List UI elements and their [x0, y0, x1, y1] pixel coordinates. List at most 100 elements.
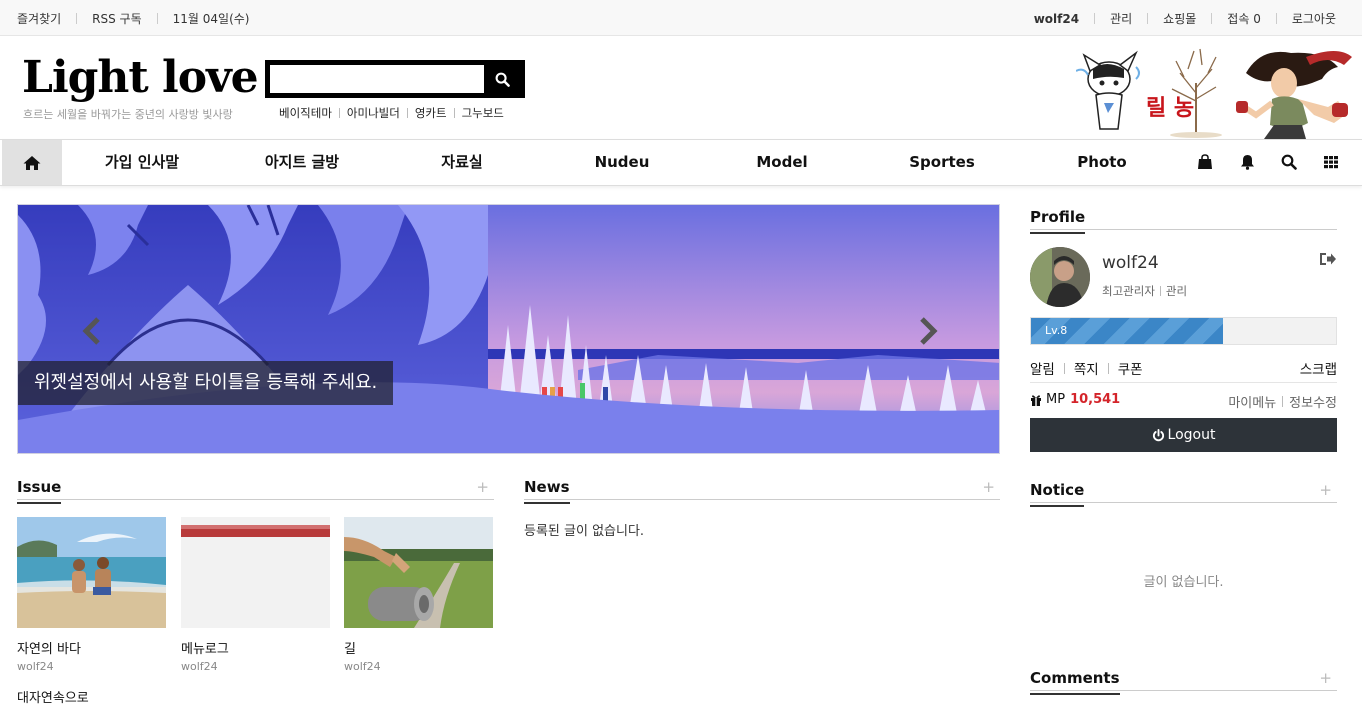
nav-item-agit-writing[interactable]: 아지트 글방 [222, 140, 382, 185]
news-title[interactable]: News [524, 478, 570, 504]
divider [1094, 13, 1096, 24]
notice-more-button[interactable]: + [1319, 481, 1332, 499]
site-tagline: 흐르는 세월을 바꿔가는 중년의 사랑방 빛사랑 [23, 108, 233, 121]
quick-link-youngcart[interactable]: 영카트 [415, 105, 447, 121]
divider [338, 108, 340, 118]
divider [1282, 396, 1284, 407]
profile-menu: 알림 쪽지 쿠폰 스크랩 [1030, 358, 1337, 383]
top-bar: 즐겨찾기 RSS 구독 11월 04일(수) wolf24 관리 쇼핑몰 접속 … [0, 0, 1362, 36]
notice-title[interactable]: Notice [1030, 481, 1085, 507]
issue-header: Issue + [17, 478, 494, 504]
shop-link[interactable]: 쇼핑몰 [1163, 10, 1196, 27]
my-menu-link[interactable]: 마이메뉴 [1228, 392, 1276, 411]
nav-search-button[interactable] [1280, 153, 1298, 171]
issue-thumb-road[interactable] [344, 517, 493, 628]
favorites-link[interactable]: 즐겨찾기 [17, 10, 61, 27]
search-icon [495, 72, 510, 87]
divider [1107, 362, 1109, 374]
slider-next-icon[interactable] [918, 317, 938, 345]
slide-caption: 위젯설정에서 사용할 타이틀을 등록해 주세요. [18, 361, 394, 405]
nav-home[interactable] [2, 140, 62, 185]
issue-thumb-sea[interactable] [17, 517, 166, 628]
comments-title[interactable]: Comments [1030, 669, 1120, 695]
top-bar-right: wolf24 관리 쇼핑몰 접속 0 로그아웃 [1034, 10, 1336, 27]
nav-item-resources[interactable]: 자료실 [382, 140, 542, 185]
issue-item-title[interactable]: 메뉴로그 [181, 638, 229, 657]
notice-header: Notice + [1030, 481, 1337, 507]
today-date: 11월 04일(수) [172, 12, 250, 26]
user-link[interactable]: wolf24 [1034, 12, 1079, 26]
edit-info-link[interactable]: 정보수정 [1289, 392, 1337, 411]
road-photo [344, 517, 493, 628]
search-input[interactable] [270, 65, 485, 93]
my-menu-links: 마이메뉴 정보수정 [1228, 392, 1337, 411]
issue-title[interactable]: Issue [17, 478, 62, 504]
notice-empty-message: 글이 없습니다. [1143, 575, 1224, 590]
grid-icon [1324, 156, 1338, 169]
main-slider[interactable]: 위젯설정에서 사용할 타이틀을 등록해 주세요. [17, 204, 1000, 454]
profile-role-row: 최고관리자 관리 [1102, 283, 1187, 299]
profile-admin-link[interactable]: 관리 [1166, 283, 1187, 299]
issue-item-title[interactable]: 길 [344, 638, 356, 657]
quick-link-basic-theme[interactable]: 베이직테마 [279, 105, 332, 121]
profile-title: Profile [1030, 208, 1086, 234]
level-label: Lv.8 [1045, 324, 1068, 337]
nav-item-sportes[interactable]: Sportes [862, 140, 1022, 185]
issue-item-author: wolf24 [17, 660, 54, 673]
banner-text: 릴 농 [1146, 95, 1194, 121]
news-empty-message: 등록된 글이 없습니다. [524, 524, 645, 539]
menulog-image [181, 517, 330, 628]
comments-header: Comments + [1030, 669, 1337, 695]
issue-more-button[interactable]: + [476, 478, 489, 496]
logout-button-label: Logout [1167, 427, 1216, 443]
nav-item-photo[interactable]: Photo [1022, 140, 1182, 185]
quick-link-amina-builder[interactable]: 아미나빌더 [347, 105, 400, 121]
rss-link[interactable]: RSS 구독 [92, 10, 141, 27]
site-logo[interactable]: Light love [22, 52, 259, 104]
logout-button[interactable]: Logout [1030, 418, 1337, 452]
search-icon [1281, 154, 1297, 170]
admin-link[interactable]: 관리 [1110, 10, 1132, 27]
nav-item-model[interactable]: Model [702, 140, 862, 185]
news-more-button[interactable]: + [982, 478, 995, 496]
search-button[interactable] [484, 65, 520, 93]
home-icon [23, 155, 41, 170]
divider [453, 108, 455, 118]
profile-role: 최고관리자 [1102, 284, 1155, 298]
mp-points[interactable]: MP 10,541 [1030, 392, 1120, 407]
logout-link[interactable]: 로그아웃 [1292, 10, 1336, 27]
sign-out-icon[interactable] [1319, 251, 1337, 267]
divider [406, 108, 408, 118]
visitors-link[interactable]: 접속 0 [1227, 10, 1261, 27]
divider [1063, 362, 1065, 374]
comments-more-button[interactable]: + [1319, 669, 1332, 687]
header-banner[interactable]: 릴 농 [1075, 43, 1353, 139]
issue-thumb-menulog[interactable] [181, 517, 330, 628]
avatar-photo [1030, 247, 1090, 307]
profile-menu-notifications[interactable]: 알림 [1030, 358, 1055, 378]
top-bar-left: 즐겨찾기 RSS 구독 11월 04일(수) [17, 10, 249, 27]
quick-link-gnuboard[interactable]: 그누보드 [462, 105, 504, 121]
profile-menu-left: 알림 쪽지 쿠폰 [1030, 358, 1143, 378]
news-header: News + [524, 478, 1000, 504]
issue-item-author: wolf24 [344, 660, 381, 673]
nav-shop-button[interactable] [1196, 153, 1214, 171]
power-icon [1152, 428, 1164, 441]
banner-illustration: 릴 농 [1075, 43, 1353, 139]
divider [1211, 13, 1213, 24]
nav-item-greetings[interactable]: 가입 인사말 [62, 140, 222, 185]
nav-allmenu-button[interactable] [1322, 153, 1340, 171]
bell-icon [1240, 155, 1254, 170]
issue-item-title[interactable]: 대자연속으로 [17, 687, 89, 704]
slider-image [18, 205, 999, 453]
slider-prev-icon[interactable] [82, 317, 102, 345]
nav-item-nudeu[interactable]: Nudeu [542, 140, 702, 185]
level-bar: Lv.8 [1030, 317, 1337, 345]
avatar[interactable] [1030, 247, 1090, 307]
issue-item-title[interactable]: 자연의 바다 [17, 638, 81, 657]
profile-menu-scrap[interactable]: 스크랩 [1300, 358, 1337, 378]
nav-notification-button[interactable] [1238, 153, 1256, 171]
profile-menu-messages[interactable]: 쪽지 [1074, 358, 1099, 378]
divider [1159, 286, 1161, 296]
profile-menu-coupons[interactable]: 쿠폰 [1118, 358, 1143, 378]
